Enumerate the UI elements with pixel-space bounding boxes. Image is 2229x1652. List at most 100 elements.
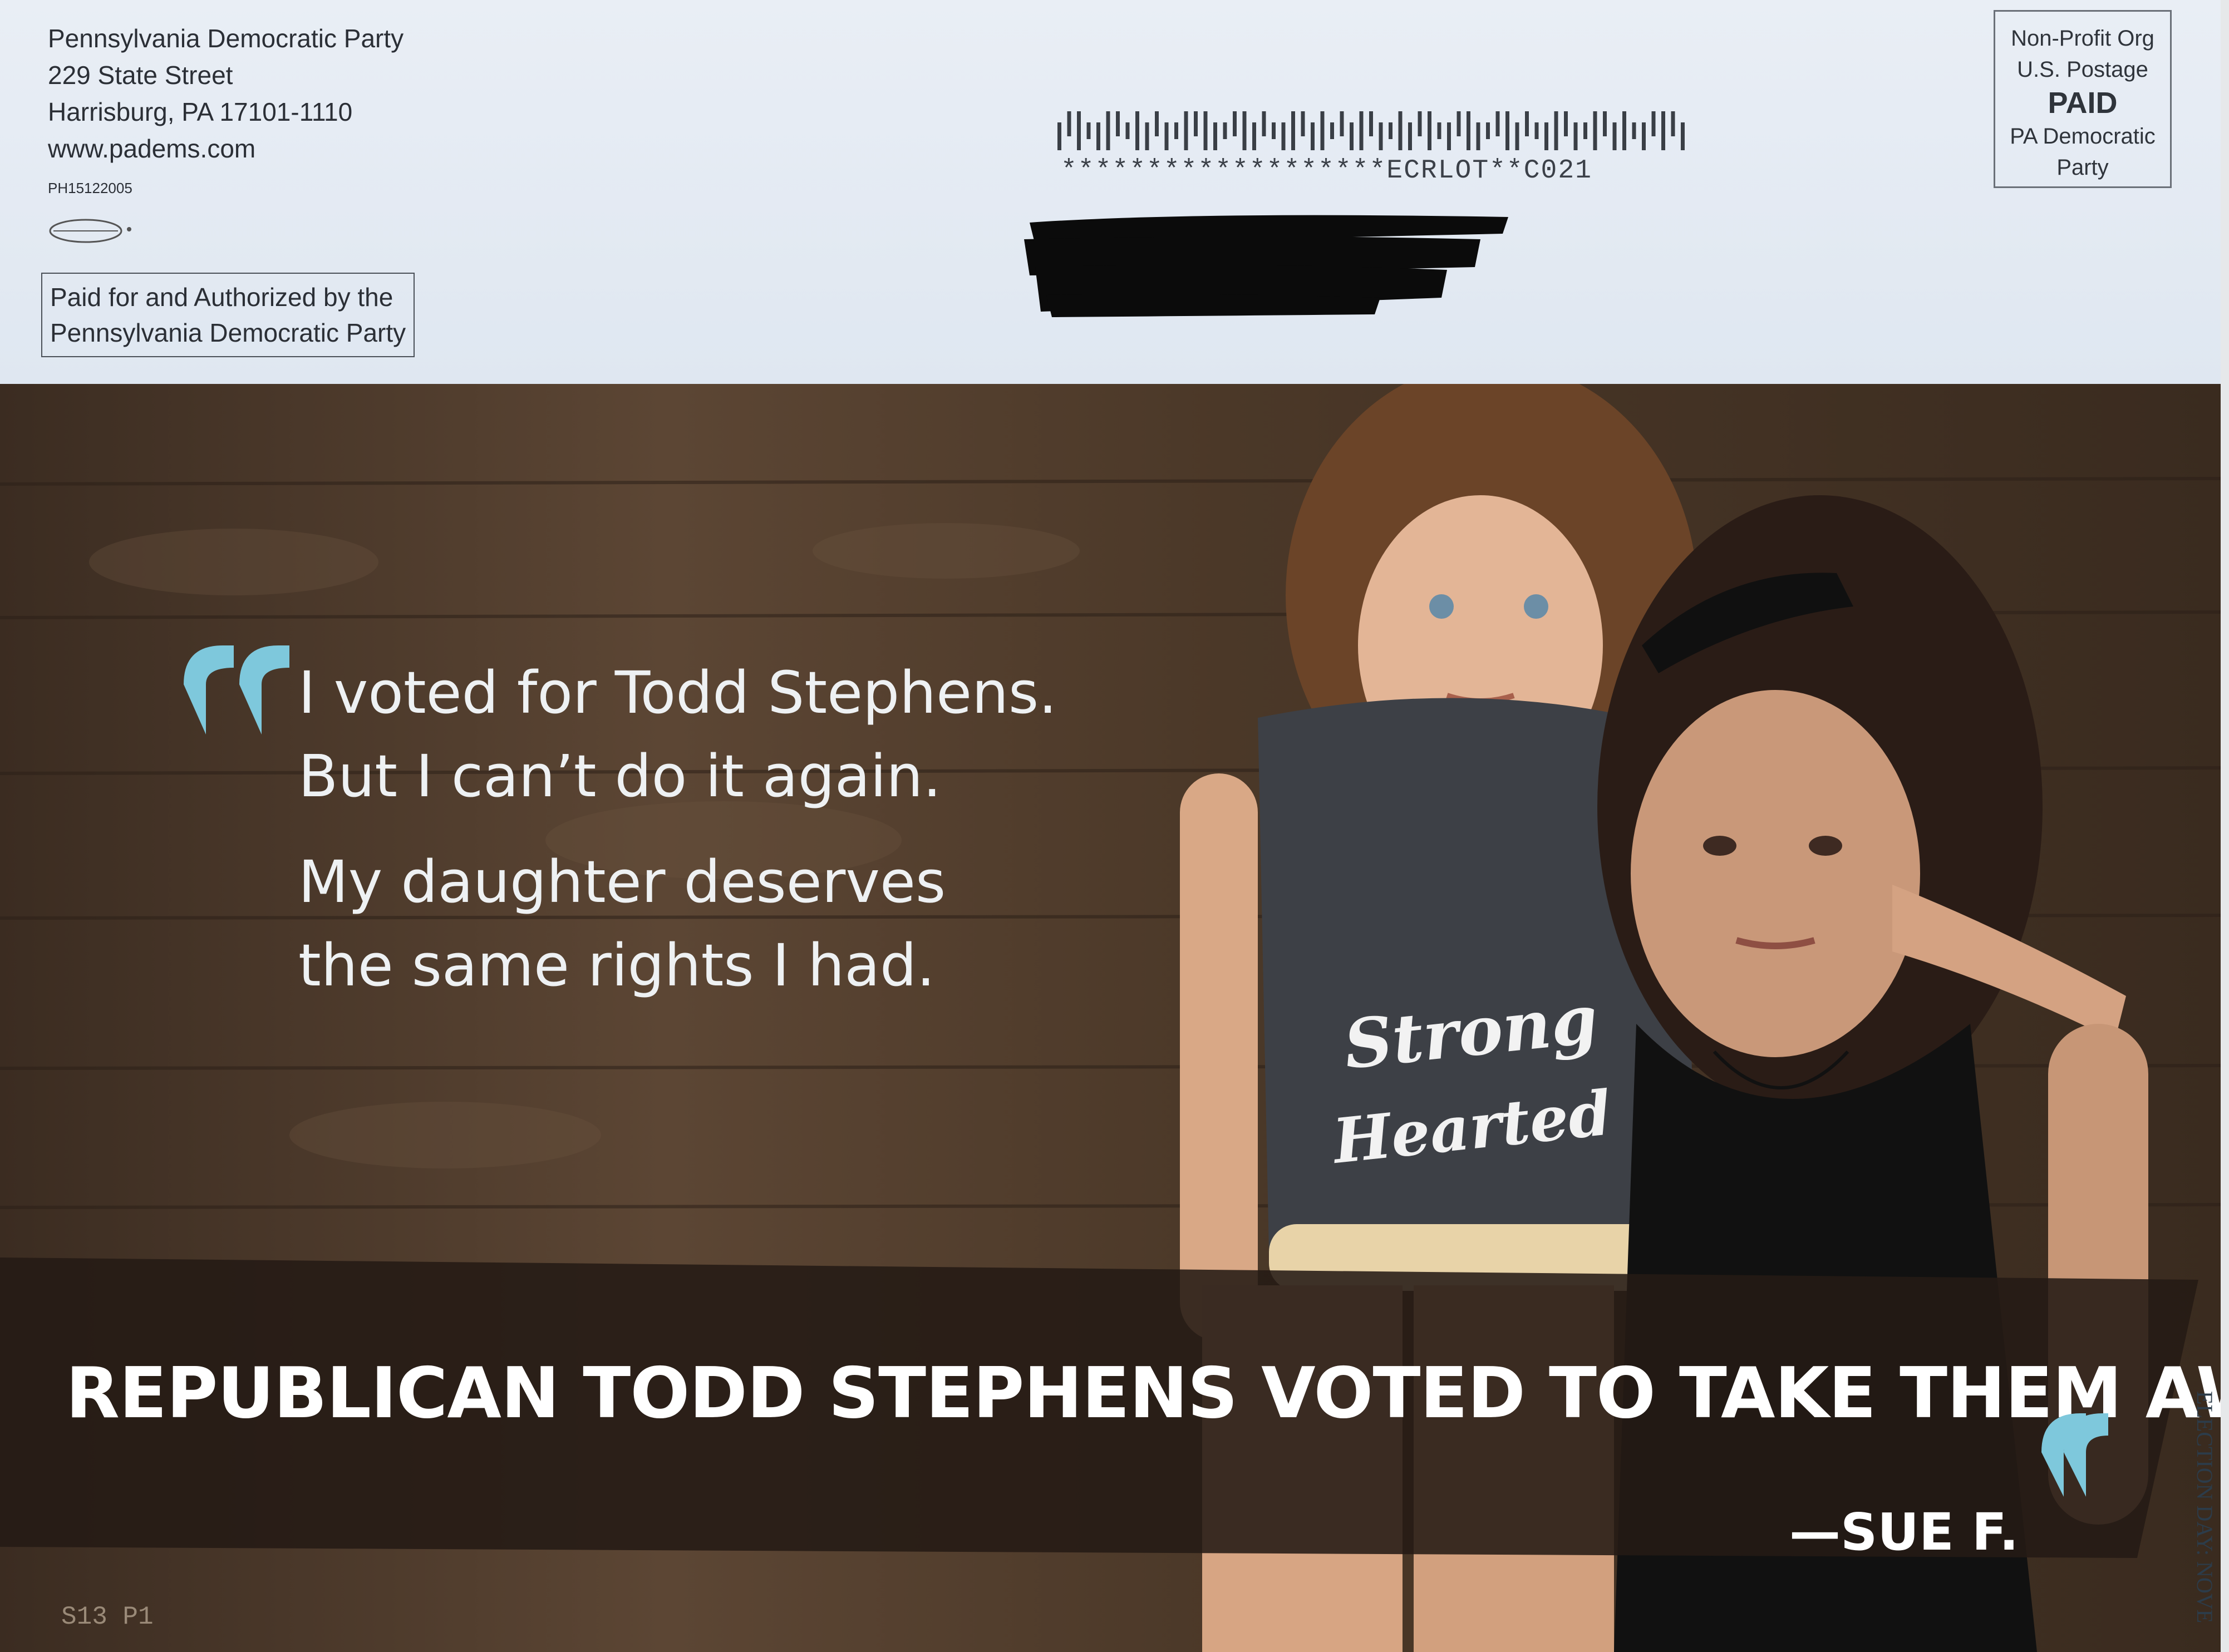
close-quote-icon — [2041, 1413, 2108, 1497]
barcode-bar — [1437, 122, 1441, 139]
barcode-bar — [1544, 122, 1548, 150]
barcode-bar — [1281, 122, 1286, 150]
barcode-bar — [1359, 111, 1364, 150]
barcode-bar — [1291, 111, 1295, 150]
barcode-bar — [1467, 111, 1470, 150]
barcode-bar — [1320, 111, 1325, 150]
barcode-bar — [1155, 111, 1159, 136]
address-strip: Pennsylvania Democratic Party 229 State … — [0, 0, 2221, 384]
barcode-bar — [1096, 122, 1100, 150]
barcode-text: *******************ECRLOT**C021 — [1061, 156, 1592, 186]
barcode-bar — [1077, 111, 1081, 150]
barcode-bar — [1194, 111, 1198, 136]
barcode-bar — [1622, 111, 1626, 150]
barcode-bar — [1223, 122, 1227, 139]
barcode-bar — [1174, 122, 1178, 139]
quote-attribution: —SUE F. — [1789, 1502, 2019, 1562]
barcode-bar — [1330, 122, 1334, 139]
barcode-bar — [1573, 122, 1578, 150]
woman-face — [1631, 690, 1920, 1057]
barcode-bar — [1428, 111, 1431, 150]
postage-paid: PAID — [2048, 86, 2118, 120]
barcode-bar — [1486, 122, 1490, 139]
barcode-bar — [1057, 122, 1061, 150]
barcode-bar — [1476, 122, 1480, 150]
quote-line-2: But I can’t do it again. — [298, 742, 942, 810]
barcode-bar — [1593, 111, 1597, 150]
redaction-scribble — [1024, 215, 1508, 317]
barcode-bar — [1340, 111, 1344, 136]
photo-panel: Strong Hearted I voted for Todd Stephens… — [0, 384, 2221, 1652]
return-line-1: Pennsylvania Democratic Party — [48, 24, 404, 53]
return-address: Pennsylvania Democratic Party 229 State … — [48, 20, 404, 199]
barcode-bar — [1681, 122, 1685, 150]
barcode-bar — [1242, 111, 1247, 150]
barcode-bar — [1671, 111, 1675, 136]
barcode-bar — [1350, 122, 1354, 150]
barcode-bar — [1457, 111, 1461, 136]
postage-line-1: Non-Profit Org — [2011, 26, 2154, 51]
barcode-bar — [1379, 122, 1383, 150]
barcode-bar — [1564, 111, 1568, 136]
union-label-icon — [49, 219, 131, 243]
barcode-bar — [1311, 122, 1315, 150]
quote-line-4: the same rights I had. — [298, 931, 936, 999]
barcode-bar — [1272, 122, 1276, 139]
barcode-bar — [1233, 111, 1237, 136]
barcode-bar — [1184, 111, 1188, 150]
postage-indicia: Non-Profit Org U.S. Postage PAID PA Demo… — [1994, 10, 2172, 188]
return-line-3: Harrisburg, PA 17101-1110 — [48, 97, 353, 126]
barcode-bar — [1145, 122, 1149, 150]
barcode-bar — [1203, 111, 1208, 150]
barcode-bar — [1135, 111, 1139, 150]
disclaimer-line-1: Paid for and Authorized by the — [50, 283, 393, 312]
barcode-bar — [1642, 122, 1646, 150]
quote-line-3: My daughter deserves — [298, 848, 946, 916]
quote-gap — [298, 818, 1057, 840]
barcode-bar — [1301, 111, 1305, 136]
barcode-bar — [1651, 111, 1656, 136]
barcode-bar — [1447, 122, 1451, 150]
barcode-bar — [1262, 111, 1266, 136]
barcode-bar — [1418, 111, 1422, 136]
side-edge-text: ELECTION DAY: NOVE — [2192, 1391, 2217, 1624]
barcode-bar — [1213, 122, 1217, 150]
barcode-bar — [1505, 111, 1509, 150]
disclaimer-line-2: Pennsylvania Democratic Party — [50, 318, 406, 347]
postal-barcode — [1057, 111, 1685, 150]
postage-line-4: Party — [2056, 155, 2109, 180]
postage-line-3: PA Democratic — [2010, 124, 2156, 149]
return-line-2: 229 State Street — [48, 61, 233, 90]
quote-line-1: I voted for Todd Stephens. — [298, 659, 1057, 727]
open-quote-icon — [184, 645, 289, 734]
barcode-bar — [1583, 122, 1587, 139]
barcode-bar — [1612, 122, 1617, 150]
barcode-bar — [1116, 111, 1120, 136]
barcode-bar — [1164, 122, 1169, 150]
headline: REPUBLICAN TODD STEPHENS VOTED TO TAKE T… — [66, 1352, 2221, 1434]
barcode-bar — [1525, 111, 1529, 136]
mailer-code: PH15122005 — [48, 180, 132, 196]
mailer: Pennsylvania Democratic Party 229 State … — [0, 0, 2221, 1652]
barcode-bar — [1534, 122, 1539, 139]
barcode-bar — [1369, 111, 1373, 136]
barcode-bar — [1252, 122, 1256, 150]
barcode-bar — [1408, 122, 1412, 150]
testimonial-quote: I voted for Todd Stephens. But I can’t d… — [298, 651, 1057, 1007]
page-code: S13 P1 — [61, 1602, 154, 1631]
barcode-bar — [1106, 111, 1110, 150]
barcode-bar — [1398, 111, 1403, 150]
return-line-4: www.padems.com — [48, 134, 256, 163]
paid-for-disclaimer: Paid for and Authorized by the Pennsylva… — [41, 273, 415, 357]
barcode-bar — [1389, 122, 1392, 139]
barcode-bar — [1632, 122, 1636, 139]
barcode-bar — [1554, 111, 1558, 150]
barcode-bar — [1603, 111, 1607, 136]
barcode-bar — [1067, 111, 1071, 136]
barcode-bar — [1515, 122, 1519, 150]
barcode-bar — [1661, 111, 1665, 150]
barcode-bar — [1495, 111, 1500, 136]
barcode-bar — [1086, 122, 1091, 139]
postage-line-2: U.S. Postage — [2017, 57, 2148, 82]
barcode-bar — [1125, 122, 1130, 139]
